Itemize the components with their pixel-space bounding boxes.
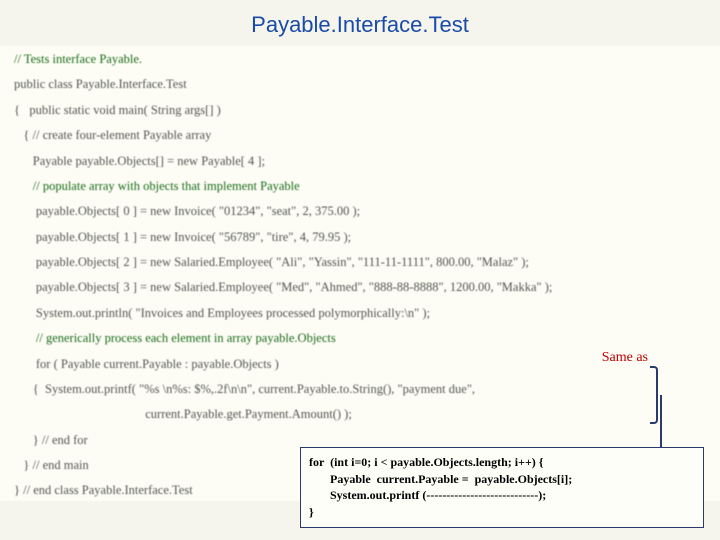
code-line: { public static void main( String args[]…	[14, 101, 706, 120]
callout-line: System.out.printf (---------------------…	[309, 487, 695, 504]
code-line: System.out.println( "Invoices and Employ…	[14, 304, 706, 323]
annotation-same-as: Same as	[602, 350, 648, 366]
code-line: // generically process each element in a…	[14, 329, 706, 348]
code-line: payable.Objects[ 3 ] = new Salaried.Empl…	[14, 278, 706, 297]
callout-box: for (int i=0; i < payable.Objects.length…	[300, 447, 704, 528]
code-line: { // create four-element Payable array	[14, 126, 706, 145]
bracket-icon	[650, 366, 658, 424]
callout-line: }	[309, 504, 695, 521]
code-line: { System.out.printf( "%s \n%s: $%,.2f\n\…	[14, 380, 706, 399]
code-line: current.Payable.get.Payment.Amount() );	[14, 405, 706, 424]
code-block: // Tests interface Payable. public class…	[0, 46, 720, 501]
callout-line: Payable current.Payable = payable.Object…	[309, 471, 695, 488]
code-line: // Tests interface Payable.	[14, 50, 706, 69]
code-line: payable.Objects[ 1 ] = new Invoice( "567…	[14, 228, 706, 247]
page-title: Payable.Interface.Test	[0, 0, 720, 46]
code-line: public class Payable.Interface.Test	[14, 75, 706, 94]
code-line: // populate array with objects that impl…	[14, 177, 706, 196]
code-line: Payable payable.Objects[] = new Payable[…	[14, 152, 706, 171]
callout-line: for (int i=0; i < payable.Objects.length…	[309, 454, 695, 471]
code-line: payable.Objects[ 0 ] = new Invoice( "012…	[14, 202, 706, 221]
code-line: payable.Objects[ 2 ] = new Salaried.Empl…	[14, 253, 706, 272]
